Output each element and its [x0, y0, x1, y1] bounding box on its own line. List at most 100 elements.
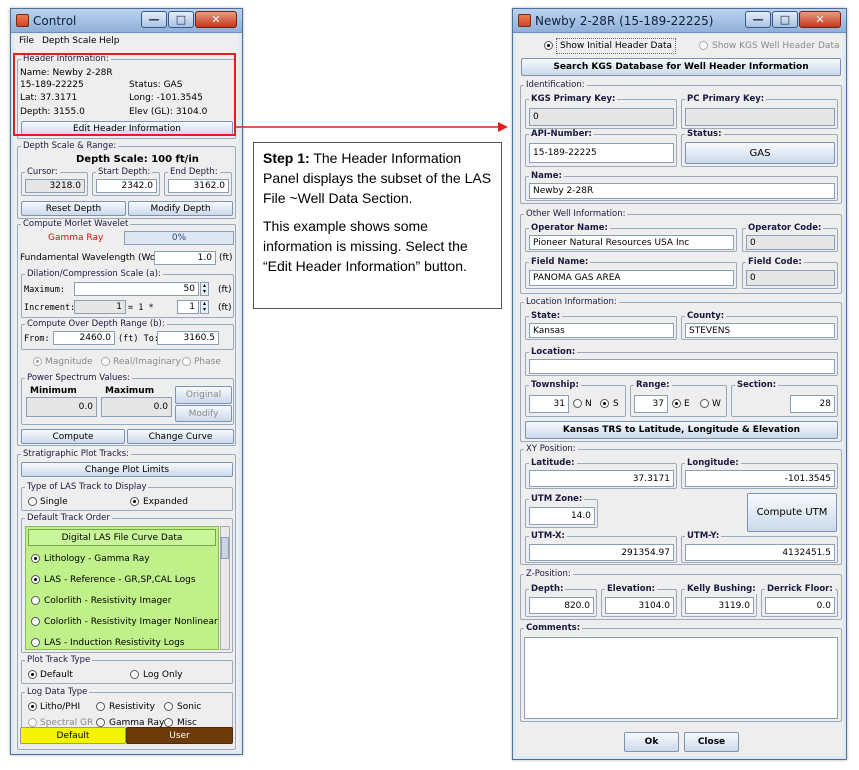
default-button[interactable]: Default: [20, 727, 126, 744]
track-radio-colorlith-nonlinear[interactable]: [31, 617, 40, 626]
phase-radio[interactable]: [182, 357, 191, 366]
section-label: Section:: [735, 380, 779, 390]
kansas-trs-button[interactable]: Kansas TRS to Latitude, Longitude & Elev…: [525, 421, 838, 439]
gamma-ray-radio[interactable]: [96, 718, 105, 727]
real-imaginary-radio[interactable]: [101, 357, 110, 366]
morlet-curve: Gamma Ray: [48, 233, 104, 243]
misc-radio[interactable]: [164, 718, 173, 727]
depth-field[interactable]: 820.0: [529, 597, 594, 614]
derrick-floor-field[interactable]: 0.0: [765, 597, 835, 614]
close-icon[interactable]: ✕: [799, 11, 841, 28]
compute-button[interactable]: Compute: [21, 429, 125, 444]
township-n-radio[interactable]: [573, 399, 582, 408]
township-field[interactable]: 31: [529, 395, 569, 413]
callout-step: Step 1:: [263, 150, 310, 166]
menu-depth-scale[interactable]: Depth Scale: [42, 36, 97, 46]
max-field[interactable]: 50: [74, 282, 199, 296]
change-plot-limits-button[interactable]: Change Plot Limits: [21, 462, 233, 477]
change-curve-button[interactable]: Change Curve: [127, 429, 234, 444]
digital-las-header[interactable]: Digital LAS File Curve Data: [28, 529, 216, 546]
location-field[interactable]: [529, 359, 835, 374]
minimize-icon[interactable]: —: [745, 11, 771, 28]
inc-field[interactable]: 1: [177, 300, 199, 314]
fundamental-field[interactable]: 1.0: [154, 251, 216, 265]
comments-textarea[interactable]: [524, 637, 838, 719]
start-depth-field[interactable]: 2342.0: [96, 179, 157, 193]
cursor-field[interactable]: 3218.0: [25, 179, 85, 193]
inc-spinner[interactable]: ▴ ▾: [200, 300, 209, 314]
track-list-scrollbar[interactable]: [220, 526, 230, 650]
xy-position-title: XY Position:: [524, 444, 578, 454]
track-radio-lithology[interactable]: [31, 554, 40, 563]
name-field[interactable]: Newby 2-28R: [529, 183, 835, 199]
spectral-gr-radio[interactable]: [28, 718, 37, 727]
utm-x-field[interactable]: 291354.97: [529, 544, 674, 561]
well-header-title: Newby 2-28R (15-189-22225): [535, 14, 714, 28]
operator-field[interactable]: Pioneer Natural Resources USA Inc: [529, 235, 734, 250]
litho-phi-radio[interactable]: [28, 702, 37, 711]
expanded-radio[interactable]: [130, 497, 139, 506]
township-s-radio[interactable]: [600, 399, 609, 408]
track-radio-induction[interactable]: [31, 638, 40, 647]
range-w-radio[interactable]: [700, 399, 709, 408]
latitude-field[interactable]: 37.3171: [529, 470, 674, 487]
range-group: Range: 37 E W: [630, 380, 727, 417]
close-button[interactable]: Close: [684, 732, 739, 752]
section-field[interactable]: 28: [790, 395, 835, 413]
maximize-icon[interactable]: □: [168, 11, 194, 28]
sonic-radio[interactable]: [164, 702, 173, 711]
county-field[interactable]: STEVENS: [685, 323, 835, 338]
end-depth-field[interactable]: 3162.0: [168, 179, 229, 193]
minimize-icon[interactable]: —: [141, 11, 167, 28]
range-field[interactable]: 37: [634, 395, 668, 413]
to-field[interactable]: 3160.5: [157, 331, 219, 345]
menu-file[interactable]: File: [19, 36, 34, 46]
utm-y-field[interactable]: 4132451.5: [685, 544, 835, 561]
state-field[interactable]: Kansas: [529, 323, 674, 338]
original-button[interactable]: Original: [175, 386, 232, 404]
power-modify-button[interactable]: Modify: [175, 405, 232, 422]
single-radio[interactable]: [28, 497, 37, 506]
maximize-icon[interactable]: □: [772, 11, 798, 28]
menu-help[interactable]: Help: [99, 36, 120, 46]
range-e-radio[interactable]: [672, 399, 681, 408]
utm-zone-field[interactable]: 14.0: [529, 507, 595, 525]
kelly-bushing-field[interactable]: 3119.0: [685, 597, 754, 614]
ok-button[interactable]: Ok: [624, 732, 679, 752]
status-button[interactable]: GAS: [685, 142, 835, 164]
close-icon[interactable]: ✕: [195, 11, 237, 28]
user-button[interactable]: User: [126, 727, 233, 744]
api-field[interactable]: 15-189-22225: [529, 143, 674, 163]
depth-label: Depth:: [529, 584, 566, 594]
default-plot-radio[interactable]: [28, 670, 37, 679]
track-radio-reference[interactable]: [31, 575, 40, 584]
county-label: County:: [685, 311, 727, 321]
show-kgs-radio[interactable]: [699, 41, 708, 50]
elevation-label: Elevation:: [605, 584, 658, 594]
pc-key-field: [685, 108, 835, 126]
reset-depth-button[interactable]: Reset Depth: [21, 201, 126, 216]
magnitude-radio[interactable]: [33, 357, 42, 366]
elevation-field[interactable]: 3104.0: [605, 597, 674, 614]
modify-depth-button[interactable]: Modify Depth: [128, 201, 233, 216]
kelly-bushing-label: Kelly Bushing:: [685, 584, 758, 594]
field-name-field[interactable]: PANOMA GAS AREA: [529, 270, 734, 286]
track-label-reference: LAS - Reference - GR,SP,CAL Logs: [44, 575, 196, 585]
compute-utm-button[interactable]: Compute UTM: [747, 493, 837, 532]
scrollbar-thumb[interactable]: [221, 537, 229, 559]
well-header-titlebar[interactable]: Newby 2-28R (15-189-22225) — □ ✕: [513, 9, 846, 33]
control-titlebar[interactable]: Control — □ ✕: [11, 9, 242, 33]
log-only-radio[interactable]: [130, 670, 139, 679]
from-field[interactable]: 2460.0: [53, 331, 115, 345]
track-radio-colorlith[interactable]: [31, 596, 40, 605]
other-info-title: Other Well Information:: [524, 209, 628, 219]
max-spinner[interactable]: ▴ ▾: [200, 282, 209, 296]
resistivity-radio[interactable]: [96, 702, 105, 711]
longitude-field[interactable]: -101.3545: [685, 470, 835, 487]
z-position-title: Z-Position:: [524, 569, 573, 579]
search-kgs-button[interactable]: Search KGS Database for Well Header Info…: [521, 58, 841, 76]
inc-unit: (ft): [218, 303, 232, 313]
track-list: Digital LAS File Curve Data Lithology - …: [25, 526, 219, 650]
show-initial-radio[interactable]: [544, 41, 553, 50]
inc-label: Increment:: [24, 303, 76, 313]
